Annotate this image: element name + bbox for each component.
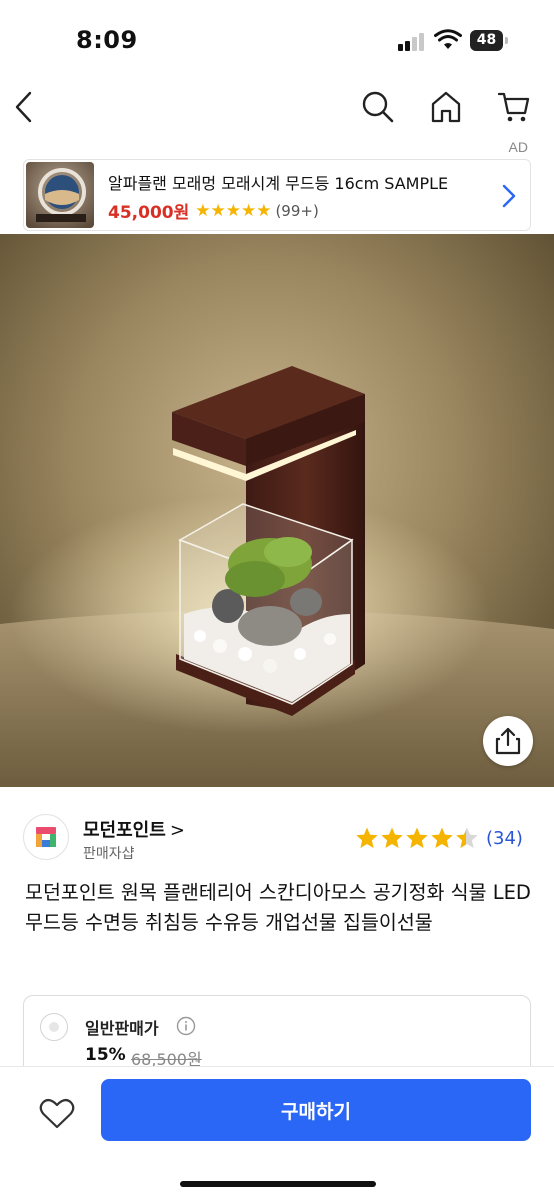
star-icon: [431, 827, 453, 848]
cart-icon: [497, 92, 530, 122]
share-button[interactable]: [483, 716, 533, 766]
buy-button[interactable]: 구매하기: [101, 1079, 531, 1141]
seller-logo[interactable]: [23, 814, 69, 860]
status-time: 8:09: [76, 26, 138, 54]
ad-banner[interactable]: 알파플랜 모래멍 모래시계 무드등 16cm SAMPLE 45,000원 ★★…: [23, 159, 531, 231]
seller-name-link[interactable]: 모던포인트 >: [83, 816, 185, 842]
chevron-left-icon: [15, 91, 32, 123]
star-icon: [356, 827, 378, 848]
search-button[interactable]: [356, 80, 400, 134]
battery-level: 48: [470, 30, 503, 51]
back-button[interactable]: [2, 80, 46, 134]
star-rating: [355, 826, 479, 850]
discount-rate: 15%: [85, 1045, 126, 1065]
cart-button[interactable]: [492, 80, 536, 134]
wifi-icon: [434, 29, 462, 49]
cellular-signal-icon: [398, 33, 426, 51]
bottom-action-bar: 구매하기: [0, 1066, 554, 1200]
top-nav: [0, 80, 554, 134]
ad-thumbnail: [26, 162, 94, 228]
seller-type: 판매자샵: [83, 846, 135, 862]
search-icon: [362, 91, 394, 123]
seller-name: 모던포인트: [83, 820, 166, 841]
home-indicator: [180, 1181, 376, 1187]
status-bar: 8:09 48: [0, 0, 554, 80]
half-star-icon: [456, 827, 478, 848]
share-icon: [495, 727, 521, 755]
shop-icon: [36, 827, 56, 847]
review-count: (34): [486, 827, 523, 849]
info-icon[interactable]: [176, 1016, 196, 1036]
product-title: 모던포인트 원목 플랜테리어 스칸디아모스 공기정화 식물 LED 무드등 수면…: [25, 881, 531, 934]
product-image[interactable]: [0, 234, 554, 787]
ad-price: 45,000원: [108, 203, 190, 223]
price-option-label: 일반판매가: [85, 1019, 159, 1038]
star-icon: [406, 827, 428, 848]
ad-price-row: 45,000원 ★★★★★ (99+): [108, 198, 319, 224]
chevron-right-icon: [502, 184, 516, 208]
home-icon: [431, 91, 461, 123]
price-option-radio[interactable]: [40, 1013, 68, 1041]
product-rating[interactable]: (34): [355, 826, 523, 850]
ad-title: 알파플랜 모래멍 모래시계 무드등 16cm SAMPLE: [108, 174, 449, 193]
seller-arrow: >: [169, 820, 185, 841]
home-button[interactable]: [424, 80, 468, 134]
star-icon: [381, 827, 403, 848]
battery-icon: 48: [470, 30, 508, 51]
heart-icon: [39, 1098, 75, 1129]
ad-label: AD: [508, 139, 528, 155]
ad-review-count: (99+): [275, 201, 319, 220]
wishlist-button[interactable]: [34, 1091, 80, 1137]
ad-star-rating: ★★★★★: [195, 200, 272, 221]
